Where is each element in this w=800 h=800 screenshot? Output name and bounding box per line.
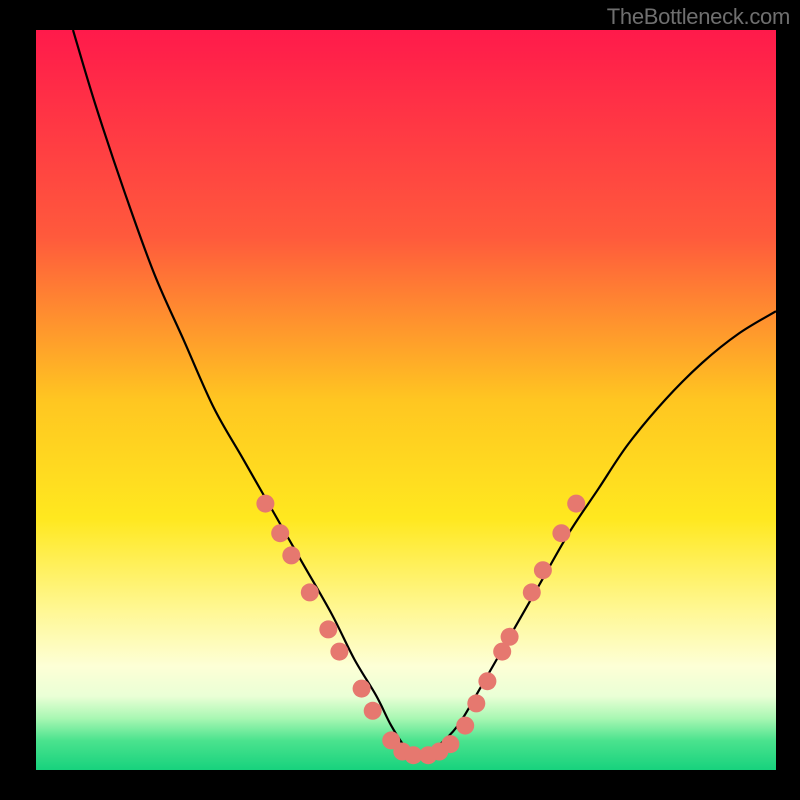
data-marker xyxy=(534,561,552,579)
chart-frame: TheBottleneck.com xyxy=(0,0,800,800)
data-marker xyxy=(552,524,570,542)
data-marker xyxy=(456,717,474,735)
data-marker xyxy=(478,672,496,690)
data-marker xyxy=(319,620,337,638)
data-marker xyxy=(567,495,585,513)
data-marker xyxy=(467,694,485,712)
data-marker xyxy=(441,735,459,753)
marker-group xyxy=(256,495,585,765)
watermark-text: TheBottleneck.com xyxy=(607,4,790,30)
data-marker xyxy=(364,702,382,720)
data-marker xyxy=(301,583,319,601)
data-marker xyxy=(271,524,289,542)
data-marker xyxy=(256,495,274,513)
curve-layer xyxy=(36,30,776,770)
plot-area xyxy=(36,30,776,770)
data-marker xyxy=(353,680,371,698)
data-marker xyxy=(501,628,519,646)
data-marker xyxy=(330,643,348,661)
bottleneck-curve xyxy=(73,30,776,755)
data-marker xyxy=(523,583,541,601)
data-marker xyxy=(282,546,300,564)
